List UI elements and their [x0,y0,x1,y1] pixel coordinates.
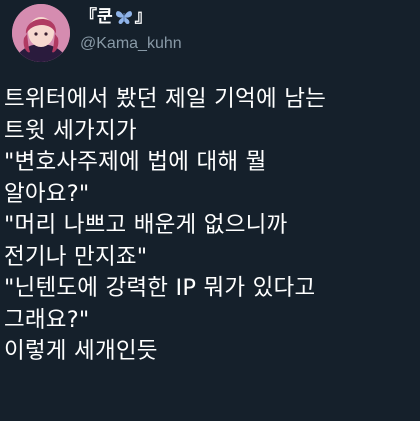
tweet-line: 그래요?" [4,306,90,333]
tweet-line: 트윗 세가지가 [4,117,137,144]
display-name-close: 』 [134,7,152,27]
tweet-line: "머리 나쁘고 배운게 없으니까 [4,212,288,238]
tweet: 『쿤 』 @Kama_kuhn 트위터에서 봤던 제일 기억에 남는 트윗 세가… [0,0,420,421]
tweet-line: 트위터에서 봤던 제일 기억에 남는 [4,86,327,112]
tweet-line: 알아요?" [4,180,90,207]
display-name[interactable]: 『쿤 』 [80,6,182,28]
avatar[interactable] [12,4,70,62]
butterfly-icon [115,11,132,25]
author-names: 『쿤 』 @Kama_kuhn [80,6,182,54]
tweet-text: 트위터에서 봤던 제일 기억에 남는 트윗 세가지가 "변호사주제에 법에 대해… [4,84,416,368]
display-name-open: 『쿤 [80,7,113,27]
tweet-header: 『쿤 』 @Kama_kuhn [0,0,420,72]
tweet-line: "닌텐도에 강력한 IP 뭐가 있다고 [4,275,316,301]
tweet-line: 이렇게 세개인듯 [4,338,158,364]
tweet-line: 전기나 만지죠" [4,243,148,270]
author-handle[interactable]: @Kama_kuhn [80,34,182,54]
tweet-line: "변호사주제에 법에 대해 뭘 [4,149,267,175]
avatar-image [12,4,70,62]
